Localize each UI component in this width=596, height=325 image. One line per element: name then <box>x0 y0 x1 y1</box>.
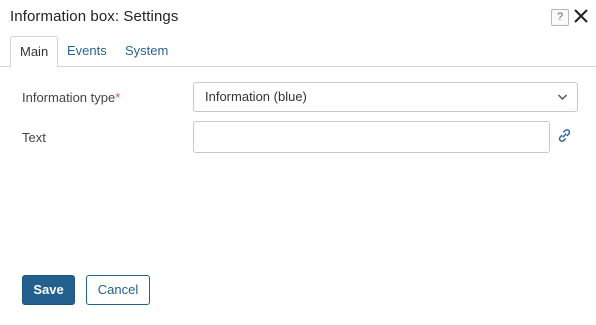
tab-events[interactable]: Events <box>58 36 116 67</box>
save-button[interactable]: Save <box>22 275 75 305</box>
help-icon[interactable]: ? <box>551 9 569 26</box>
text-input[interactable] <box>193 121 550 153</box>
settings-dialog: Information box: Settings ? Main Events … <box>0 0 596 325</box>
info-type-label: Information type* <box>22 90 120 105</box>
required-mark: * <box>115 90 121 105</box>
chevron-down-icon <box>557 94 568 101</box>
close-icon[interactable] <box>572 7 590 25</box>
info-type-select[interactable]: Information (blue) <box>193 82 578 112</box>
info-type-label-text: Information type <box>22 90 116 105</box>
tab-system[interactable]: System <box>116 36 177 67</box>
cancel-button[interactable]: Cancel <box>86 275 150 305</box>
tab-bar: Main Events System <box>0 36 596 68</box>
link-icon[interactable] <box>557 128 572 143</box>
tab-main[interactable]: Main <box>10 36 59 68</box>
dialog-title: Information box: Settings <box>10 8 179 25</box>
info-type-selected-value: Information (blue) <box>205 89 307 104</box>
text-label: Text <box>22 130 46 145</box>
